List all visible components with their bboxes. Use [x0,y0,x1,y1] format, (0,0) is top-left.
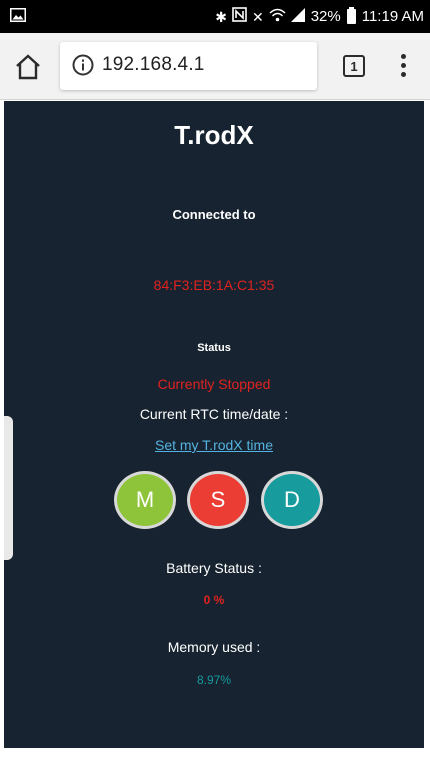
status-label: Status [197,342,231,354]
gallery-icon [10,8,26,27]
mode-s-button[interactable]: S [187,471,249,529]
battery-icon [346,7,356,24]
mode-m-button[interactable]: M [114,471,176,529]
battery-status-value: 0 % [203,593,225,607]
mode-d-button[interactable]: D [261,471,323,529]
address-bar[interactable]: 192.168.4.1 [60,42,317,90]
more-vertical-icon[interactable] [394,53,414,79]
mute-icon: ✕ [251,8,264,25]
battery-percent: 32% [310,8,341,25]
clock: 11:19 AM [361,8,424,25]
browser-toolbar: 192.168.4.1 1 [0,33,430,100]
info-icon[interactable] [72,54,94,76]
memory-used-value: 8.97% [196,673,232,687]
status-bar: ✱ ✕ 32% 11:19 AM [0,0,430,33]
bluetooth-icon: ✱ [215,8,227,25]
nfc-icon [232,7,247,26]
status-value: Currently Stopped [157,376,271,392]
bottom-strip [0,748,430,769]
web-page: T.rodX Connected to 84:F3:EB:1A:C1:35 St… [4,101,424,748]
mac-address: 84:F3:EB:1A:C1:35 [153,277,275,293]
status-icons: ✱ ✕ 32% 11:19 AM [215,0,424,33]
rtc-time-label: Current RTC time/date : [139,406,289,422]
battery-status-label: Battery Status : [166,560,262,576]
signal-icon [290,7,306,26]
phone-screen: ✱ ✕ 32% 11:19 AM 192.168.4.1 1 T.rodX Co… [0,0,430,769]
home-icon[interactable] [14,53,42,81]
connected-label: Connected to [172,207,256,222]
wifi-icon [269,8,286,26]
memory-used-label: Memory used : [167,639,261,655]
page-title: T.rodX [174,120,254,150]
set-time-link[interactable]: Set my T.rodX time [4,437,424,453]
url-text[interactable]: 192.168.4.1 [102,54,205,76]
tab-switcher-button[interactable]: 1 [343,55,365,77]
